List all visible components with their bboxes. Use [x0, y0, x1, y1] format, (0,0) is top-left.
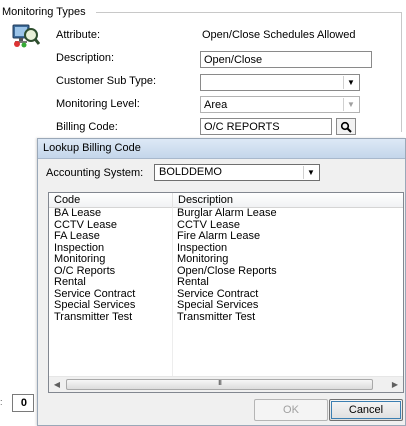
list-item[interactable]: FA Lease Fire Alarm Lease [49, 230, 403, 243]
scroll-right-icon[interactable]: ▶ [387, 377, 403, 392]
cell-code: Special Services [54, 299, 136, 311]
accounting-system-value: BOLDDEMO [159, 166, 222, 178]
customer-sub-type-select[interactable]: ▼ [200, 74, 360, 91]
accounting-system-label: Accounting System: [46, 167, 144, 179]
horizontal-scrollbar[interactable]: ◀ III ▶ [49, 376, 403, 392]
chevron-down-icon[interactable]: ▼ [343, 76, 358, 89]
customer-sub-type-label: Customer Sub Type: [56, 75, 157, 87]
cell-code: Monitoring [54, 253, 106, 265]
description-value: Open/Close [204, 54, 263, 66]
list-item[interactable]: BA Lease Burglar Alarm Lease [49, 207, 403, 220]
list-header: Code Description [49, 193, 403, 208]
description-field[interactable]: Open/Close [200, 51, 372, 68]
billing-code-label: Billing Code: [56, 121, 118, 133]
edge-mark: : [0, 397, 3, 407]
cell-description: Monitoring [177, 253, 229, 265]
numeric-field[interactable]: 0 [12, 394, 34, 412]
cell-code: BA Lease [54, 207, 102, 219]
ok-button[interactable]: OK [254, 399, 328, 421]
monitoring-level-label: Monitoring Level: [56, 98, 140, 110]
billing-code-lookup-button[interactable] [336, 118, 356, 135]
cell-code: Transmitter Test [54, 310, 133, 323]
billing-code-value: O/C REPORTS [204, 121, 280, 133]
dialog-title: Lookup Billing Code [38, 139, 405, 159]
lookup-billing-code-dialog: Lookup Billing Code Accounting System: B… [37, 138, 406, 426]
cell-description: Fire Alarm Lease [177, 230, 261, 242]
scroll-thumb[interactable]: III [66, 379, 373, 390]
monitoring-app-icon [12, 24, 40, 48]
attribute-label: Attribute: [56, 29, 101, 41]
chevron-down-icon[interactable]: ▼ [303, 166, 318, 179]
cell-description: Rental [177, 276, 209, 288]
cell-description: Transmitter Test [177, 310, 256, 323]
list-rows: BA Lease Burglar Alarm Lease CCTV Lease CCT… [49, 207, 403, 324]
list-item[interactable]: O/C Reports Open/Close Reports [49, 265, 403, 278]
cell-code: Rental [54, 276, 86, 288]
group-border [96, 12, 402, 13]
monitoring-level-select[interactable]: Area ▼ [200, 96, 360, 113]
billing-code-field[interactable]: O/C REPORTS [200, 118, 332, 135]
list-item[interactable]: Transmitter Test Transmitter Test [49, 310, 403, 324]
column-header-description[interactable]: Description [173, 193, 404, 208]
monitoring-level-value: Area [204, 99, 228, 111]
group-title: Monitoring Types [2, 6, 90, 18]
attribute-value: Open/Close Schedules Allowed [202, 29, 356, 41]
accounting-system-select[interactable]: BOLDDEMO ▼ [154, 164, 320, 181]
cell-description: Special Services [177, 299, 259, 311]
cell-code: FA Lease [54, 230, 100, 242]
list-item[interactable]: Rental Rental [49, 276, 403, 289]
list-item[interactable]: Monitoring Monitoring [49, 253, 403, 266]
magnifier-icon [340, 121, 352, 133]
cell-description: Burglar Alarm Lease [177, 207, 277, 219]
cancel-button[interactable]: Cancel [329, 399, 403, 421]
list-item[interactable]: Special Services Special Services [49, 299, 403, 312]
billing-code-list[interactable]: Code Description BA Lease Burglar Alarm L… [48, 192, 404, 393]
scroll-left-icon[interactable]: ◀ [49, 377, 65, 392]
description-label: Description: [56, 52, 115, 64]
column-header-code[interactable]: Code [49, 193, 173, 208]
group-border-right [401, 12, 402, 132]
chevron-down-icon[interactable]: ▼ [343, 98, 358, 111]
